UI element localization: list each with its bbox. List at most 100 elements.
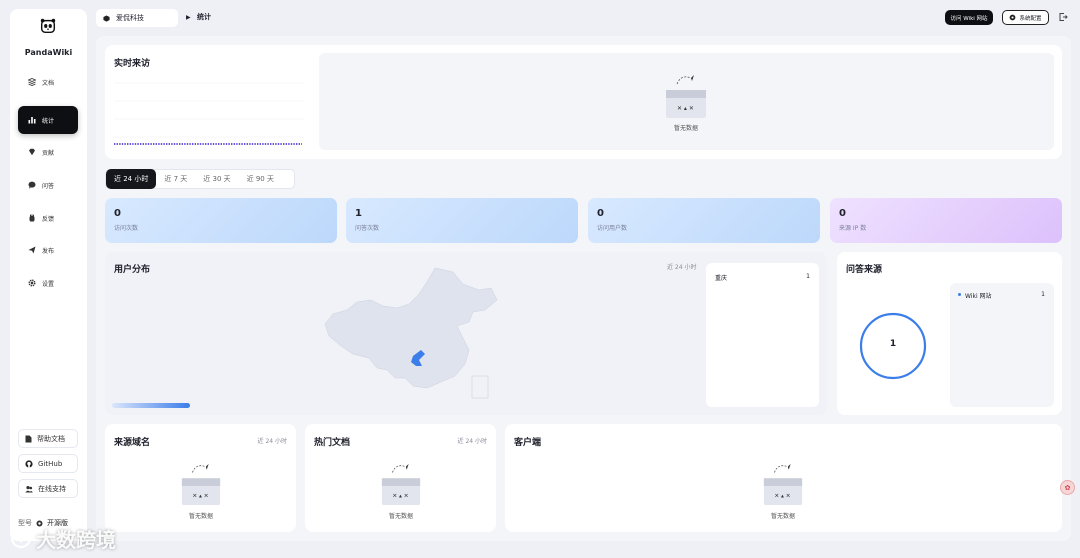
region-count: 1 — [806, 273, 810, 280]
gear-icon — [28, 279, 36, 287]
source-domains-empty: ✕ ▴ ✕ 暂无数据 — [179, 460, 223, 520]
realtime-card: 实时来访 ✕ ▴ ✕ 暂无数据 — [105, 45, 1062, 159]
workspace-name: 爱侃科技 — [116, 14, 144, 22]
system-settings-button[interactable]: 系统配置 — [1002, 10, 1049, 25]
svg-text:✕ ▴ ✕: ✕ ▴ ✕ — [392, 493, 408, 499]
nav-docs[interactable]: 文档 — [18, 68, 78, 96]
clients-card: 客户端 ✕ ▴ ✕ 暂无数据 — [505, 424, 1062, 532]
doc-icon — [25, 435, 32, 442]
help-docs-button[interactable]: 帮助文档 — [18, 429, 78, 448]
github-button[interactable]: GitHub — [18, 454, 78, 473]
hand-icon — [28, 214, 36, 222]
nav-contribute[interactable]: 贡献 — [18, 138, 78, 166]
china-map — [324, 267, 498, 399]
nav-contribute-label: 贡献 — [42, 149, 55, 157]
svg-text:✕ ▴ ✕: ✕ ▴ ✕ — [774, 493, 790, 499]
nav-settings-label: 设置 — [42, 280, 55, 288]
clients-empty-label: 暂无数据 — [770, 513, 795, 520]
assistant-float-icon[interactable]: ✿ — [1060, 480, 1075, 495]
tab-24h[interactable]: 近 24 小时 — [106, 169, 157, 189]
stat-ips: 0 来源 IP 数 — [830, 198, 1062, 243]
watermark-logo-icon — [10, 527, 32, 549]
github-label: GitHub — [38, 459, 63, 468]
online-support-label: 在线支持 — [38, 484, 66, 493]
sidebar: PandaWiki 文档 统计 贡献 问答 反馈 发布 设置 帮助文档 GitH… — [10, 9, 87, 541]
legend-dot — [958, 293, 961, 296]
watermark-text: 大数跨境 — [36, 527, 116, 552]
tab-7d[interactable]: 近 7 天 — [156, 169, 195, 189]
realtime-mini-chart — [114, 82, 304, 145]
nav-qa-label: 问答 — [42, 182, 55, 190]
source-domains-card: 来源域名 近 24 小时 ✕ ▴ ✕ 暂无数据 — [105, 424, 296, 532]
users-icon — [25, 485, 33, 492]
nav-feedback[interactable]: 反馈 — [18, 204, 78, 232]
svg-text:✕ ▴ ✕: ✕ ▴ ✕ — [192, 493, 208, 499]
logout-icon[interactable] — [1058, 12, 1068, 22]
hot-docs-range: 近 24 小时 — [457, 438, 487, 445]
chart-icon — [28, 116, 36, 124]
nav-feedback-label: 反馈 — [42, 215, 55, 223]
chat-icon — [28, 181, 36, 189]
stat-visits-value: 0 — [114, 208, 121, 219]
hot-docs-empty: ✕ ▴ ✕ 暂无数据 — [379, 460, 423, 520]
time-range-tabs: 近 24 小时 近 7 天 近 30 天 近 90 天 — [105, 169, 295, 189]
panda-logo-icon — [40, 18, 56, 34]
caret-right-icon: ▶ — [186, 14, 191, 21]
page-title: 统计 — [197, 13, 211, 21]
gem-icon — [28, 148, 36, 156]
stat-visits: 0 访问次数 — [105, 198, 337, 243]
stat-qa: 1 问答次数 — [346, 198, 578, 243]
nav-docs-label: 文档 — [42, 79, 55, 87]
tab-90d[interactable]: 近 90 天 — [239, 169, 282, 189]
nav-settings[interactable]: 设置 — [18, 269, 78, 297]
source-domains-title: 来源域名 — [114, 438, 151, 448]
system-settings-label: 系统配置 — [1019, 15, 1042, 22]
brand-name: PandaWiki — [24, 48, 73, 57]
empty-box-icon: ✕ ▴ ✕ — [763, 463, 803, 506]
stat-visits-label: 访问次数 — [114, 225, 139, 232]
send-icon — [28, 246, 36, 254]
docs-icon — [28, 78, 36, 86]
qa-source-name: Wiki 网站 — [965, 293, 992, 300]
user-distribution-card: 用户分布 近 24 小时 重庆 1 — [105, 252, 827, 415]
qa-source-card: 问答来源 1 Wiki 网站 1 — [837, 252, 1062, 415]
stat-users-value: 0 — [597, 208, 604, 219]
clients-empty: ✕ ▴ ✕ 暂无数据 — [761, 460, 805, 520]
region-name: 重庆 — [715, 275, 728, 282]
stat-users-label: 访问用户数 — [597, 225, 628, 232]
visit-wiki-button[interactable]: 访问 Wiki 网站 — [945, 10, 993, 25]
watermark: 大数跨境 — [10, 524, 116, 552]
github-icon — [25, 459, 33, 468]
settings-gear-icon — [1010, 14, 1016, 21]
source-domains-range: 近 24 小时 — [257, 438, 287, 445]
nav-stats-label: 统计 — [42, 117, 55, 125]
qa-source-list: Wiki 网站 1 — [950, 283, 1054, 407]
realtime-empty: ✕ ▴ ✕ 暂无数据 — [663, 72, 709, 132]
region-list: 重庆 1 — [706, 263, 819, 407]
map-legend-gradient — [112, 403, 190, 408]
qa-source-count: 1 — [1041, 291, 1045, 298]
hot-docs-empty-label: 暂无数据 — [388, 513, 413, 520]
source-domains-empty-label: 暂无数据 — [188, 513, 213, 520]
stat-qa-label: 问答次数 — [355, 225, 380, 232]
online-support-button[interactable]: 在线支持 — [18, 479, 78, 498]
stat-users: 0 访问用户数 — [588, 198, 820, 243]
clients-title: 客户端 — [514, 438, 542, 448]
user-distribution-title: 用户分布 — [114, 265, 151, 275]
svg-text:✕ ▴ ✕: ✕ ▴ ✕ — [677, 105, 694, 112]
realtime-empty-label: 暂无数据 — [673, 125, 698, 132]
cube-icon — [103, 14, 110, 22]
tab-30d[interactable]: 近 30 天 — [195, 169, 238, 189]
nav-publish[interactable]: 发布 — [18, 236, 78, 264]
hot-docs-title: 热门文档 — [314, 438, 351, 448]
workspace-switcher[interactable]: 爱侃科技 — [96, 9, 178, 27]
hot-docs-card: 热门文档 近 24 小时 ✕ ▴ ✕ 暂无数据 — [305, 424, 496, 532]
qa-source-total: 1 — [889, 339, 897, 349]
stat-qa-value: 1 — [355, 208, 362, 219]
nav-qa[interactable]: 问答 — [18, 171, 78, 199]
nav-stats[interactable]: 统计 — [18, 106, 78, 134]
empty-box-icon: ✕ ▴ ✕ — [666, 75, 706, 118]
user-distribution-range: 近 24 小时 — [667, 264, 697, 271]
qa-source-title: 问答来源 — [846, 265, 883, 275]
help-docs-label: 帮助文档 — [37, 434, 65, 443]
